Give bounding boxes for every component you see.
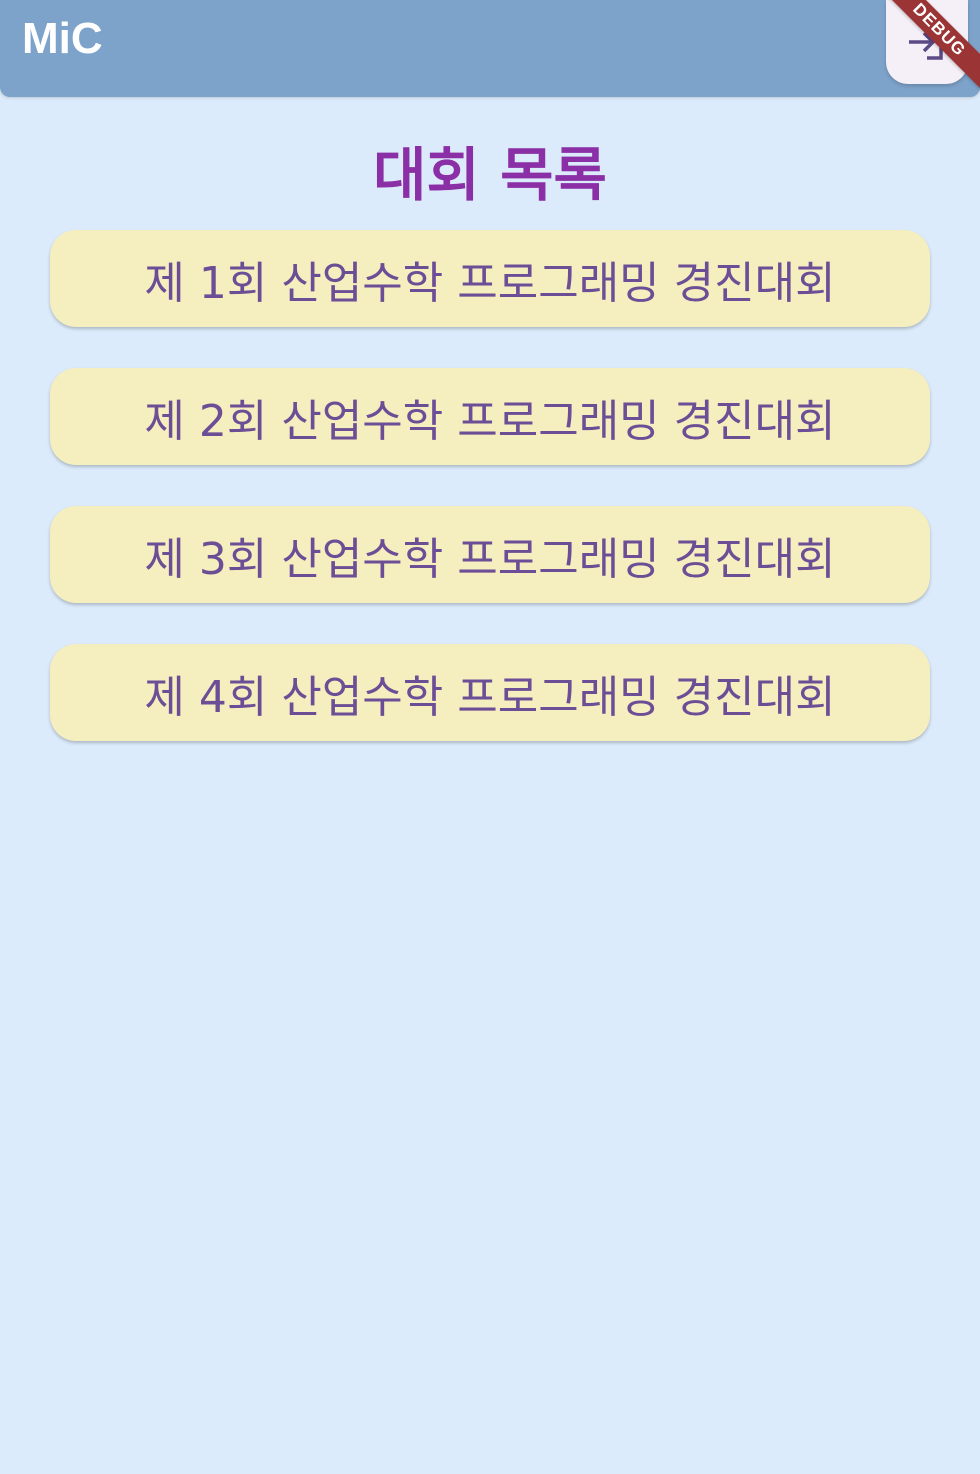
contest-label: 제 3회 산업수학 프로그래밍 경진대회 <box>144 533 836 585</box>
page-title: 대회 목록 <box>373 141 607 209</box>
app-bar: MiC DEBUG <box>0 0 980 97</box>
contest-label: 제 1회 산업수학 프로그래밍 경진대회 <box>144 257 836 309</box>
contest-item-2[interactable]: 제 2회 산업수학 프로그래밍 경진대회 <box>50 368 930 465</box>
contest-list: 제 1회 산업수학 프로그래밍 경진대회 제 2회 산업수학 프로그래밍 경진대… <box>50 230 930 782</box>
contest-label: 제 2회 산업수학 프로그래밍 경진대회 <box>144 395 836 447</box>
contest-item-3[interactable]: 제 3회 산업수학 프로그래밍 경진대회 <box>50 506 930 603</box>
contest-label: 제 4회 산업수학 프로그래밍 경진대회 <box>144 671 836 723</box>
app-title: MiC <box>22 14 103 63</box>
contest-item-1[interactable]: 제 1회 산업수학 프로그래밍 경진대회 <box>50 230 930 327</box>
contest-item-4[interactable]: 제 4회 산업수학 프로그래밍 경진대회 <box>50 644 930 741</box>
